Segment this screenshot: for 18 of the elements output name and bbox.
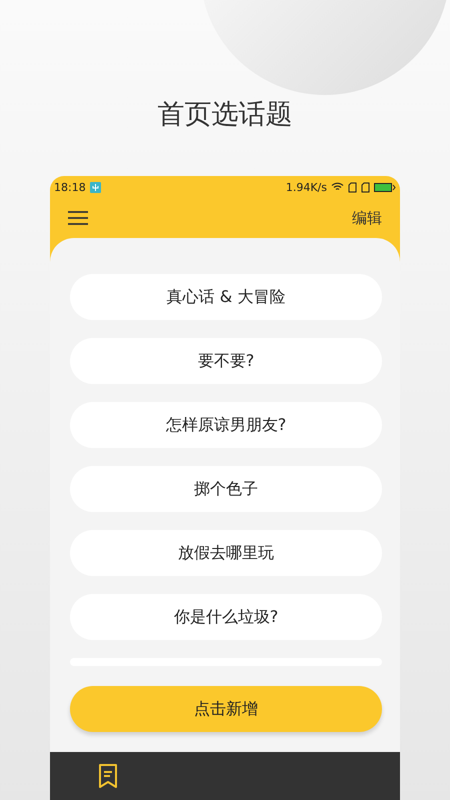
topic-item[interactable]: 真心话 & 大冒险 xyxy=(70,274,382,320)
topic-item[interactable]: 要不要? xyxy=(70,338,382,384)
usb-icon xyxy=(90,182,101,192)
topic-item[interactable]: 掷个色子 xyxy=(70,466,382,512)
sim-card-icon xyxy=(348,182,357,192)
edit-button[interactable]: 编辑 xyxy=(352,208,382,228)
topic-item[interactable]: 你是什么垃圾? xyxy=(70,594,382,640)
battery-icon xyxy=(374,182,396,192)
status-time: 18:18 xyxy=(54,180,86,194)
topics-tab-icon[interactable] xyxy=(97,763,119,789)
wifi-icon xyxy=(331,182,344,192)
network-speed: 1.94K/s xyxy=(286,180,327,194)
topic-item[interactable]: 怎样原谅男朋友? xyxy=(70,402,382,448)
topic-item[interactable]: 放假去哪里玩 xyxy=(70,530,382,576)
add-button[interactable]: 点击新增 xyxy=(70,686,382,732)
menu-button[interactable] xyxy=(68,211,88,225)
page-headline: 首页选话题 xyxy=(158,98,292,132)
sim-card-icon xyxy=(361,182,370,192)
